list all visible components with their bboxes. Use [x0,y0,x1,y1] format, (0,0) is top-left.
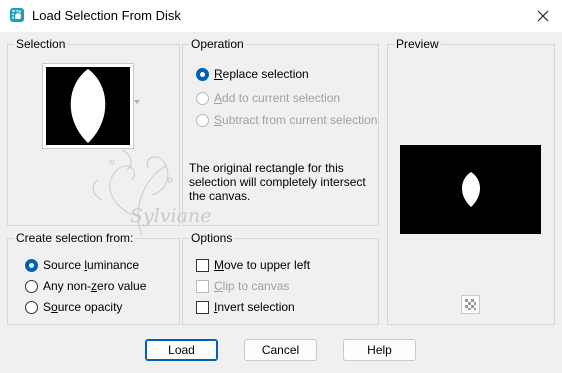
preview-image [461,172,481,207]
checkbox-indicator [196,258,209,272]
window-title: Load Selection From Disk [32,8,181,23]
source-luminance-label: Source luminance [43,258,140,272]
subtract-from-selection-radio[interactable]: Subtract from current selection [196,113,377,127]
selection-thumbnail[interactable] [42,63,134,149]
checkbox-indicator [196,279,209,293]
replace-selection-radio[interactable]: Replace selection [196,67,309,81]
close-button[interactable] [530,4,556,28]
clip-to-canvas-label: Clip to canvas [214,279,290,293]
move-upper-left-checkbox[interactable]: Move to upper left [196,258,310,272]
radio-indicator [196,113,209,127]
selection-group-title: Selection [14,37,68,51]
clip-to-canvas-checkbox[interactable]: Clip to canvas [196,279,289,293]
source-opacity-radio[interactable]: Source opacity [25,300,122,314]
help-button[interactable]: Help [343,339,416,361]
any-nonzero-radio[interactable]: Any non-zero value [25,279,146,293]
checkerboard-icon [465,299,476,310]
radio-indicator [196,67,209,81]
title-bar: Load Selection From Disk [0,0,562,32]
selection-app-icon [10,8,24,22]
move-upper-left-label: Move to upper left [214,258,311,272]
add-to-selection-label: Add to current selection [214,91,341,105]
radio-indicator [25,258,38,272]
close-icon [537,10,549,22]
invert-selection-label: Invert selection [214,300,295,314]
radio-indicator [196,91,209,105]
cancel-button[interactable]: Cancel [244,339,317,361]
chevron-down-icon[interactable] [134,100,140,104]
preview-group-title: Preview [394,37,441,51]
source-opacity-label: Source opacity [43,300,123,314]
options-group-title: Options [189,231,235,245]
add-to-selection-radio[interactable]: Add to current selection [196,91,340,105]
invert-selection-checkbox[interactable]: Invert selection [196,300,295,314]
create-selection-group-title: Create selection from: [14,231,136,245]
selection-thumbnail-image [46,67,130,145]
replace-selection-label: Replace selection [214,67,309,81]
preview-canvas [400,145,541,234]
checkbox-indicator [196,300,209,314]
preview-toggle-button[interactable] [461,295,480,314]
radio-indicator [25,279,38,293]
source-luminance-radio[interactable]: Source luminance [25,258,139,272]
any-nonzero-label: Any non-zero value [43,279,147,293]
radio-indicator [25,300,38,314]
dialog-content: Selection Sylviane Operation Replace sel… [0,32,562,373]
subtract-from-selection-label: Subtract from current selection [214,113,378,127]
info-message: The original rectangle for this selectio… [189,161,366,203]
load-button[interactable]: Load [145,339,218,361]
operation-group-title: Operation [189,37,246,51]
